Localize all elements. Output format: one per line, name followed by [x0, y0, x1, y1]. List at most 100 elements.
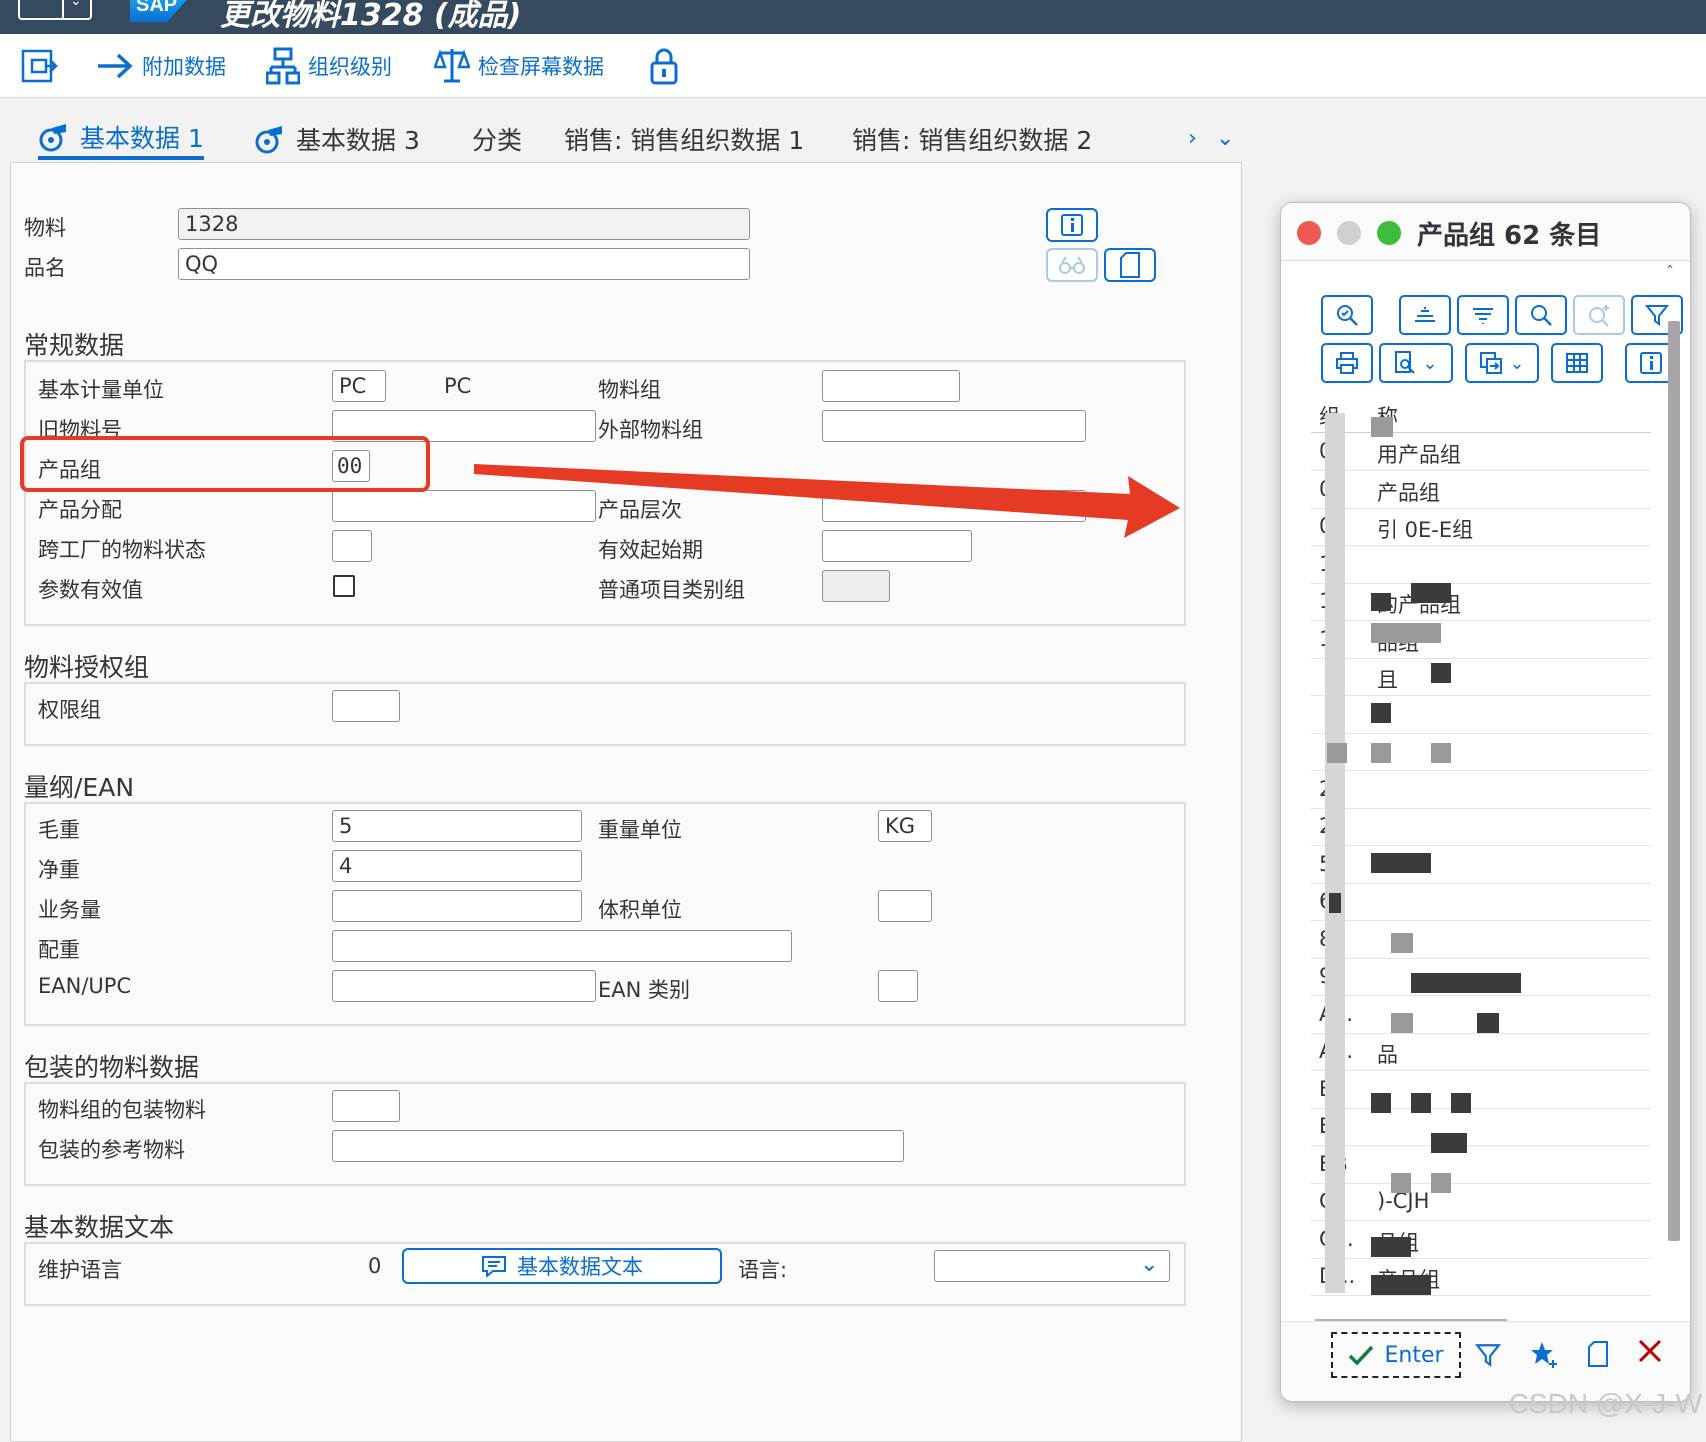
division-name: 且 [1377, 664, 1398, 694]
print-preview-button[interactable]: ⌄ [1379, 343, 1453, 383]
check-screen-button[interactable]: 检查屏幕数据 [434, 46, 604, 86]
ref-material-label: 包装的参考物料 [38, 1134, 185, 1164]
minimize-dot[interactable] [1337, 221, 1361, 245]
tab-basic-data-3[interactable]: 基本数据 3 [254, 118, 420, 160]
menu-button[interactable]: ⌄ [18, 0, 92, 20]
org-levels-button[interactable]: 组织级别 [266, 46, 392, 86]
list-item[interactable]: 且 [1311, 658, 1651, 696]
base-uom-field[interactable]: PC [332, 370, 386, 402]
weight-unit-field[interactable]: KG [878, 810, 932, 842]
list-item[interactable]: C...品组 [1311, 1221, 1651, 1259]
cancel-button[interactable] [1637, 1338, 1663, 1368]
list-item[interactable]: 8 [1311, 921, 1651, 959]
info-button[interactable] [1046, 208, 1098, 242]
gross-weight-field[interactable]: 5 [332, 810, 582, 842]
layout-button[interactable] [1551, 343, 1603, 383]
search-detail-button[interactable] [1321, 295, 1373, 335]
list-item[interactable]: D...产品组 [1311, 1258, 1651, 1296]
sort-desc-button[interactable] [1457, 295, 1509, 335]
list-item[interactable]: 10 [1311, 546, 1651, 584]
print-button[interactable] [1321, 343, 1373, 383]
tab-sales-org-2[interactable]: 销售: 销售组织数据 2 [852, 118, 1092, 160]
display-button[interactable] [1046, 248, 1098, 282]
ean-field[interactable] [332, 970, 596, 1002]
ean-category-field[interactable] [878, 970, 918, 1002]
list-item[interactable]: 0E引 0E-E组 [1311, 508, 1651, 546]
ean-label: EAN/UPC [38, 974, 131, 998]
size-field[interactable] [332, 930, 792, 962]
net-weight-field[interactable]: 4 [332, 850, 582, 882]
basic-text-button[interactable]: 基本数据文本 [402, 1248, 722, 1284]
list-item[interactable]: 0(用产品组 [1311, 433, 1651, 471]
new-document-button[interactable] [1587, 1340, 1609, 1372]
list-item[interactable]: B5 [1311, 1108, 1651, 1146]
list-item[interactable]: 1.的产品组 [1311, 583, 1651, 621]
find-next-button[interactable] [1573, 295, 1625, 335]
list-item[interactable] [1311, 733, 1651, 771]
list-item[interactable]: 5 [1311, 846, 1651, 884]
tab-list-chevron-down-icon[interactable]: ⌄ [1216, 126, 1234, 151]
additional-data-button[interactable]: 附加数据 [96, 46, 226, 86]
sort-asc-button[interactable] [1399, 295, 1451, 335]
maximize-dot[interactable] [1377, 221, 1401, 245]
tab-scroll-right-icon[interactable]: › [1188, 126, 1197, 151]
auth-group [24, 682, 1186, 746]
valid-from-field[interactable] [822, 530, 972, 562]
volume-field[interactable] [332, 890, 582, 922]
xplant-status-field[interactable] [332, 530, 372, 562]
enter-button[interactable]: Enter [1331, 1332, 1461, 1378]
list-item[interactable]: 1品组 [1311, 621, 1651, 659]
tab-sales-org-1[interactable]: 销售: 销售组织数据 1 [564, 118, 804, 160]
document-button[interactable] [1104, 248, 1156, 282]
chevron-down-icon[interactable]: ⌄ [1140, 1252, 1158, 1277]
obscured-region [1431, 1133, 1467, 1153]
exit-button[interactable] [20, 46, 60, 86]
scroll-thumb[interactable] [1668, 321, 1680, 1241]
net-weight-label: 净重 [38, 854, 80, 884]
list-item[interactable]: A...品 [1311, 1033, 1651, 1071]
product-alloc-field[interactable] [332, 490, 596, 522]
list-item[interactable] [1311, 696, 1651, 734]
list-item[interactable]: 6 [1311, 883, 1651, 921]
checkmark-icon [1348, 1344, 1374, 1366]
scroll-up-icon[interactable]: ˆ [1666, 263, 1674, 282]
list-item[interactable]: 01产品组 [1311, 471, 1651, 509]
list-item[interactable]: B1 [1311, 1071, 1651, 1109]
table-layout-icon [1565, 352, 1589, 374]
packaging-group-title: 包装的物料数据 [24, 1048, 199, 1084]
ref-material-field[interactable] [332, 1130, 904, 1162]
pkg-group-field[interactable] [332, 1090, 400, 1122]
close-dot[interactable] [1297, 221, 1321, 245]
obscured-region [1411, 1093, 1431, 1113]
list-item[interactable]: BB [1311, 1146, 1651, 1184]
list-item[interactable]: 2 [1311, 771, 1651, 809]
export-button[interactable]: ⌄ [1465, 343, 1539, 383]
ext-material-group-field[interactable] [822, 410, 1086, 442]
obscured-region [1371, 853, 1431, 873]
tab-classification[interactable]: 分类 [472, 118, 522, 160]
param-effect-checkbox[interactable] [333, 575, 355, 597]
vertical-scrollbar[interactable]: ˆ ⌄ [1662, 261, 1684, 1361]
find-button[interactable] [1515, 295, 1567, 335]
language-select[interactable] [934, 1250, 1170, 1282]
material-group-field[interactable] [822, 370, 960, 402]
favorite-button[interactable] [1529, 1340, 1559, 1374]
document-icon [1587, 1340, 1609, 1368]
list-item[interactable]: 2 [1311, 808, 1651, 846]
name-field[interactable]: QQ [178, 248, 750, 280]
material-field[interactable]: 1328 [178, 208, 750, 240]
gross-weight-label: 毛重 [38, 814, 80, 844]
search-detail-icon [1335, 303, 1359, 327]
auth-group-label: 权限组 [38, 694, 101, 724]
close-icon [1637, 1338, 1663, 1364]
volume-unit-field[interactable] [878, 890, 932, 922]
print-preview-icon [1394, 351, 1416, 375]
footer-filter-button[interactable] [1475, 1342, 1501, 1372]
material-label: 物料 [24, 212, 66, 242]
prod-hierarchy-field[interactable] [822, 490, 1086, 522]
auth-group-field[interactable] [332, 690, 400, 722]
tab-basic-data-1[interactable]: 基本数据 1 [38, 118, 204, 160]
lock-button[interactable] [650, 46, 678, 86]
param-effect-label: 参数有效值 [38, 574, 143, 604]
list-item[interactable]: CJ)-CJH [1311, 1183, 1651, 1221]
